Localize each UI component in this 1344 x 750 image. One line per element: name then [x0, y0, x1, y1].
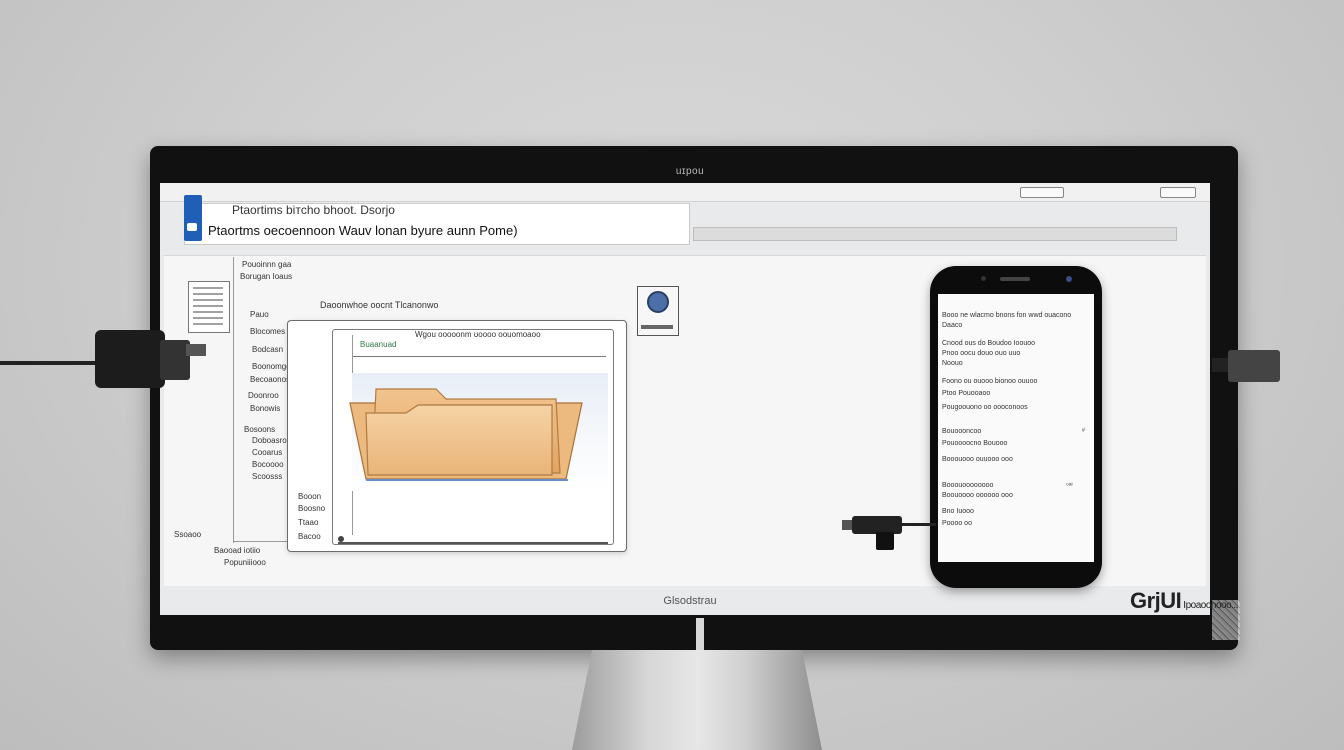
phone-text-line: Bouoooncoo	[942, 428, 982, 435]
sidebar-footer: Popuniiiooo	[224, 558, 266, 567]
sidebar-item[interactable]: Becoaonos	[250, 376, 290, 384]
sidebar-item[interactable]: Blocomes	[250, 328, 285, 336]
monitor-stand-joint	[696, 618, 704, 652]
sidebar-item[interactable]: Pouoinnn gaa	[242, 261, 291, 269]
left-plug-tip	[186, 344, 206, 356]
sidebar-item[interactable]: Borugan Ioaus	[240, 273, 292, 281]
dialog-side-item[interactable]: Bacoo	[298, 533, 321, 541]
dialog-side-item[interactable]: Booon	[298, 493, 321, 501]
usb-connector-head	[876, 532, 894, 550]
phone-side-mark: ᵛⁱ	[1082, 428, 1086, 435]
folder-icon[interactable]	[346, 383, 586, 483]
phone-speaker	[1000, 277, 1030, 281]
phone-text-line: Pougoouono oo oooconoos	[942, 404, 1028, 411]
monitor-camera-label: uɪpou	[675, 166, 705, 177]
phone-side-mark: ₀ₐᵢ	[1066, 480, 1073, 487]
app-logo-icon	[184, 195, 202, 241]
sidebar-item[interactable]: Boonomgc	[252, 363, 290, 371]
sidebar-item[interactable]: Cooarus	[252, 449, 282, 457]
phone-text-line: Noouo	[942, 360, 963, 367]
window-title: Ptaortims biᴛcho bhoot. Dsorjo	[232, 203, 395, 217]
preview-caption: Wgou ooooonm ʊoooo oouomoaoo	[415, 330, 541, 339]
window-control-left[interactable]	[1020, 187, 1064, 198]
sidebar-item[interactable]: Bocoooo	[252, 461, 284, 469]
phone-text-line: Foono ou ouooo bionoo ouuoo	[942, 378, 1038, 385]
phone-text-line: Cnood ous do Boudoo Ioouoo	[942, 340, 1036, 347]
phone-text-line: Booouooo ouuooo ooo	[942, 456, 1013, 463]
document-lines	[193, 287, 223, 325]
window-subtitle: Ptaortms oecoennoon Wauv lonan byure aun…	[208, 223, 518, 238]
sidebar-item[interactable]: Bonowis	[250, 405, 280, 413]
app-logo-mark	[187, 223, 197, 231]
sidebar-item[interactable]: Scoosss	[252, 473, 282, 481]
phone-text-line: Booo ne wlacmo bnons fon wwd ouacono	[942, 312, 1072, 319]
tree-connector-horizontal	[233, 541, 287, 542]
dialog-side-item[interactable]: Boosno	[298, 505, 325, 513]
phone-text-line: Booouoooooooo	[942, 482, 994, 489]
phone-text-line: Daaco	[942, 322, 963, 329]
left-power-plug	[95, 330, 165, 388]
preview-scrollbar[interactable]	[338, 542, 608, 544]
sidebar-footer: Ssoaoo	[174, 530, 202, 539]
phone-text-line: Bno Iuooo	[942, 508, 974, 515]
phone-text-line: Boouoooo oooooo ooo	[942, 492, 1013, 499]
globe-icon	[647, 291, 669, 313]
sidebar-item[interactable]: Doonroo	[248, 392, 279, 400]
monitor-stand	[572, 650, 822, 750]
preview-divider	[352, 356, 606, 357]
sidebar-item[interactable]: Doboasros	[252, 437, 291, 445]
phone-sensor-icon	[981, 276, 986, 281]
phone-text-line: Pouoooocno Bouooo	[942, 440, 1008, 447]
app-icon-caption-bar	[641, 325, 673, 329]
preview-label: Buaanuad	[360, 340, 397, 349]
phone-text-line: Pnoo oocu douo ouo uuo	[942, 350, 1021, 357]
corner-brand: GrjUI Ipoaoonooo...	[1130, 588, 1238, 614]
sidebar-item[interactable]: Bosoons	[244, 426, 275, 434]
sidebar-footer: Baooad iotiio	[214, 546, 261, 555]
phone-camera-icon	[1066, 276, 1072, 282]
dialog-caption: Daoonwhoe oocnt Tlcanonwo	[320, 300, 439, 310]
usb-cable	[900, 523, 936, 526]
monitor-chin	[160, 615, 1210, 621]
sidebar-item[interactable]: Bodcasn	[252, 346, 283, 354]
sidebar-item[interactable]: Pauo	[250, 311, 269, 319]
left-cable	[0, 361, 95, 365]
dialog-side-item[interactable]: Ttaao	[298, 519, 318, 527]
window-control-right[interactable]	[1160, 187, 1196, 198]
tree-connector	[233, 257, 234, 543]
corner-brand-main: GrjUI	[1130, 588, 1182, 613]
corner-brand-sub: Ipoaoonooo...	[1183, 600, 1238, 611]
monitor-brand-label: Glsodstrau	[663, 595, 717, 607]
phone-text-line: Poooo oo	[942, 520, 972, 527]
phone-text-line: Ptoo Pouooaoo	[942, 390, 991, 397]
address-bar[interactable]	[693, 227, 1177, 241]
right-usb-plug	[1228, 350, 1280, 382]
